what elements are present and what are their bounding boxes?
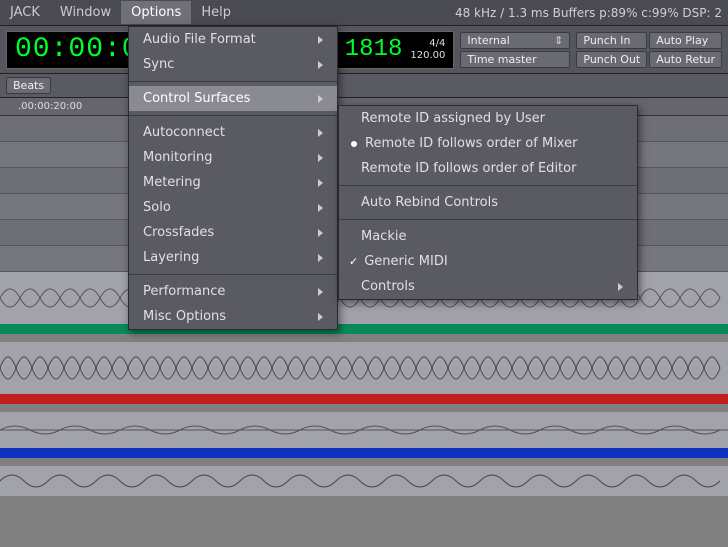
control-surfaces-submenu: Remote ID assigned by User Remote ID foll… <box>338 105 638 300</box>
menu-help[interactable]: Help <box>191 1 241 24</box>
menu-item-label: Mackie <box>361 229 623 244</box>
chevron-right-icon <box>318 313 323 321</box>
bars-display[interactable]: 1818 4/4 120.00 <box>336 31 455 69</box>
menu-item-label: Remote ID assigned by User <box>361 111 623 126</box>
chevron-right-icon <box>318 254 323 262</box>
auto-return-button[interactable]: Auto Retur <box>649 51 722 68</box>
menu-item-solo[interactable]: Solo <box>129 195 337 220</box>
submenu-item-generic-midi[interactable]: ✓ Generic MIDI <box>339 249 637 274</box>
chevron-right-icon <box>618 283 623 291</box>
chevron-right-icon <box>318 288 323 296</box>
region-bar[interactable] <box>0 324 728 334</box>
menu-item-control-surfaces[interactable]: Control Surfaces <box>129 86 337 111</box>
region-bar[interactable] <box>0 448 728 458</box>
waveform-icon <box>0 466 728 496</box>
menu-item-label: Misc Options <box>143 309 304 324</box>
submenu-item-mackie[interactable]: Mackie <box>339 224 637 249</box>
menu-item-crossfades[interactable]: Crossfades <box>129 220 337 245</box>
chevron-right-icon <box>318 204 323 212</box>
menu-item-label: Control Surfaces <box>143 91 304 106</box>
menu-item-sync[interactable]: Sync <box>129 52 337 77</box>
menu-item-label: Crossfades <box>143 225 304 240</box>
chevron-right-icon <box>318 229 323 237</box>
audio-track[interactable] <box>0 342 728 394</box>
menu-item-label: Performance <box>143 284 304 299</box>
options-menu: Audio File Format Sync Control Surfaces Aut… <box>128 26 338 330</box>
tempo: 120.00 <box>410 50 445 62</box>
menu-item-metering[interactable]: Metering <box>129 170 337 195</box>
menu-jack[interactable]: JACK <box>0 1 50 24</box>
menu-item-label: Audio File Format <box>143 32 304 47</box>
audio-track[interactable] <box>0 466 728 496</box>
ruler-label: .00:00:20:00 <box>18 101 82 112</box>
chevron-right-icon <box>318 95 323 103</box>
transport-bar: 00:00:0 1818 4/4 120.00 Internal⇕ Time m… <box>0 26 728 74</box>
menu-separator <box>129 115 337 116</box>
submenu-item-auto-rebind-controls[interactable]: Auto Rebind Controls <box>339 190 637 215</box>
menu-item-label: Generic MIDI <box>364 254 623 269</box>
menu-separator <box>339 219 637 220</box>
audio-track[interactable] <box>0 412 728 448</box>
menu-separator <box>129 81 337 82</box>
menu-item-layering[interactable]: Layering <box>129 245 337 270</box>
chevron-right-icon <box>318 154 323 162</box>
menu-item-label: Remote ID follows order of Editor <box>361 161 623 176</box>
waveform-icon <box>0 342 728 394</box>
menu-item-label: Sync <box>143 57 304 72</box>
check-icon: ✓ <box>349 255 358 268</box>
chevron-right-icon <box>318 61 323 69</box>
submenu-item-remote-id-follows-order-of-mixer[interactable]: Remote ID follows order of Mixer <box>339 131 637 156</box>
punch-out-button[interactable]: Punch Out <box>576 51 647 68</box>
timesig: 4/4 <box>429 38 445 50</box>
menu-item-label: Monitoring <box>143 150 304 165</box>
menu-item-audio-file-format[interactable]: Audio File Format <box>129 27 337 52</box>
punch-in-button[interactable]: Punch In <box>576 32 647 49</box>
menu-item-misc-options[interactable]: Misc Options <box>129 304 337 329</box>
secondary-bar: Beats <box>0 74 728 98</box>
menu-item-label: Auto Rebind Controls <box>361 195 623 210</box>
chevron-right-icon <box>318 129 323 137</box>
menu-item-monitoring[interactable]: Monitoring <box>129 145 337 170</box>
menubar: JACK Window Options Help 48 kHz / 1.3 ms… <box>0 0 728 26</box>
menu-item-label: Autoconnect <box>143 125 304 140</box>
menu-item-label: Controls <box>361 279 604 294</box>
menu-window[interactable]: Window <box>50 1 121 24</box>
time-master-button[interactable]: Time master <box>460 51 570 68</box>
waveform-icon <box>0 412 728 448</box>
menu-options[interactable]: Options <box>121 1 191 24</box>
status-text: 48 kHz / 1.3 ms Buffers p:89% c:99% DSP:… <box>455 6 728 20</box>
radio-selected-icon <box>351 141 357 147</box>
auto-play-button[interactable]: Auto Play <box>649 32 722 49</box>
menu-item-label: Layering <box>143 250 304 265</box>
menu-item-label: Metering <box>143 175 304 190</box>
menu-item-label: Remote ID follows order of Mixer <box>365 136 623 151</box>
beats-button[interactable]: Beats <box>6 77 51 94</box>
submenu-item-controls[interactable]: Controls <box>339 274 637 299</box>
chevron-right-icon <box>318 36 323 44</box>
submenu-item-remote-id-assigned-by-user[interactable]: Remote ID assigned by User <box>339 106 637 131</box>
menu-separator <box>339 185 637 186</box>
menu-item-performance[interactable]: Performance <box>129 279 337 304</box>
region-bar[interactable] <box>0 394 728 404</box>
menu-item-autoconnect[interactable]: Autoconnect <box>129 120 337 145</box>
chevron-right-icon <box>318 179 323 187</box>
menu-separator <box>129 274 337 275</box>
clock-source-select[interactable]: Internal⇕ <box>460 32 570 49</box>
bars-value: 1818 <box>345 36 403 63</box>
submenu-item-remote-id-follows-order-of-editor[interactable]: Remote ID follows order of Editor <box>339 156 637 181</box>
chevron-updown-icon: ⇕ <box>554 34 563 47</box>
menu-item-label: Solo <box>143 200 304 215</box>
